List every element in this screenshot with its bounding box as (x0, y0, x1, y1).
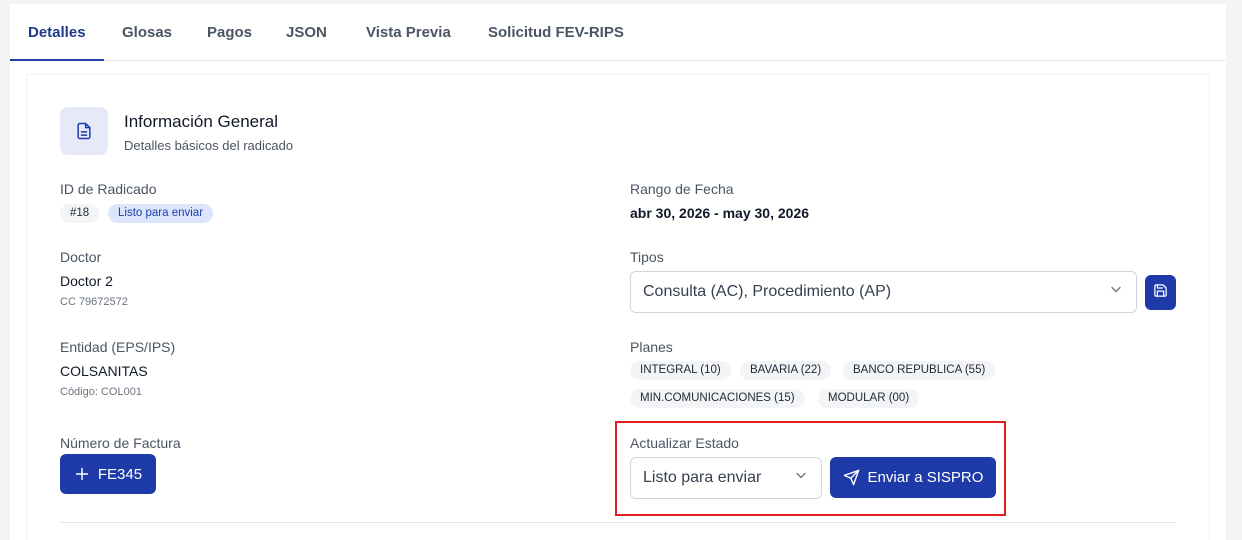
plan-badge: MIN.COMUNICACIONES (15) (630, 389, 805, 408)
entidad-label: Entidad (EPS/IPS) (60, 339, 176, 355)
entidad-code: Código: COL001 (60, 386, 142, 398)
plan-badge: INTEGRAL (10) (630, 361, 731, 380)
tab-solicitud-fev-rips[interactable]: Solicitud FEV-RIPS (488, 4, 624, 61)
section-title: Información General (124, 112, 279, 131)
tab-vista-previa[interactable]: Vista Previa (366, 4, 451, 61)
section-subtitle: Detalles básicos del radicado (124, 138, 294, 153)
factura-number: FE345 (97, 465, 143, 483)
tab-glosas[interactable]: Glosas (122, 4, 172, 61)
divider (60, 522, 1176, 523)
rango-value: abr 30, 2026 - may 30, 2026 (630, 205, 810, 221)
add-factura-button[interactable]: FE345 (60, 454, 156, 494)
chevron-down-icon (1108, 282, 1124, 303)
plus-icon (74, 466, 90, 482)
highlight-box (615, 421, 1006, 516)
entidad-name: COLSANITAS (60, 363, 148, 379)
tab-pagos[interactable]: Pagos (207, 4, 252, 61)
save-icon (1153, 283, 1168, 302)
doctor-name: Doctor 2 (60, 273, 113, 289)
plan-badge: BAVARIA (22) (740, 361, 832, 380)
document-icon (60, 107, 108, 155)
factura-label: Número de Factura (60, 435, 181, 451)
active-tab-indicator (10, 59, 104, 61)
status-badge: Listo para enviar (108, 204, 214, 223)
save-tipos-button[interactable] (1145, 275, 1176, 310)
tab-detalles[interactable]: Detalles (28, 4, 86, 61)
plan-badge: MODULAR (00) (818, 389, 920, 408)
tipos-select-value: Consulta (AC), Procedimiento (AP) (643, 283, 892, 300)
radicado-id-badge: #18 (60, 204, 100, 223)
plan-badge: BANCO REPUBLICA (55) (843, 361, 996, 380)
doctor-label: Doctor (60, 249, 102, 265)
tipos-select[interactable]: Consulta (AC), Procedimiento (AP) (630, 271, 1137, 313)
radicado-label: ID de Radicado (60, 181, 157, 197)
rango-label: Rango de Fecha (630, 181, 734, 197)
tab-bar: Detalles Glosas Pagos JSON Vista Previa … (10, 4, 1226, 61)
tipos-label: Tipos (630, 249, 664, 265)
planes-label: Planes (630, 339, 673, 355)
tab-json[interactable]: JSON (286, 4, 327, 61)
doctor-document: CC 79672572 (60, 296, 128, 308)
